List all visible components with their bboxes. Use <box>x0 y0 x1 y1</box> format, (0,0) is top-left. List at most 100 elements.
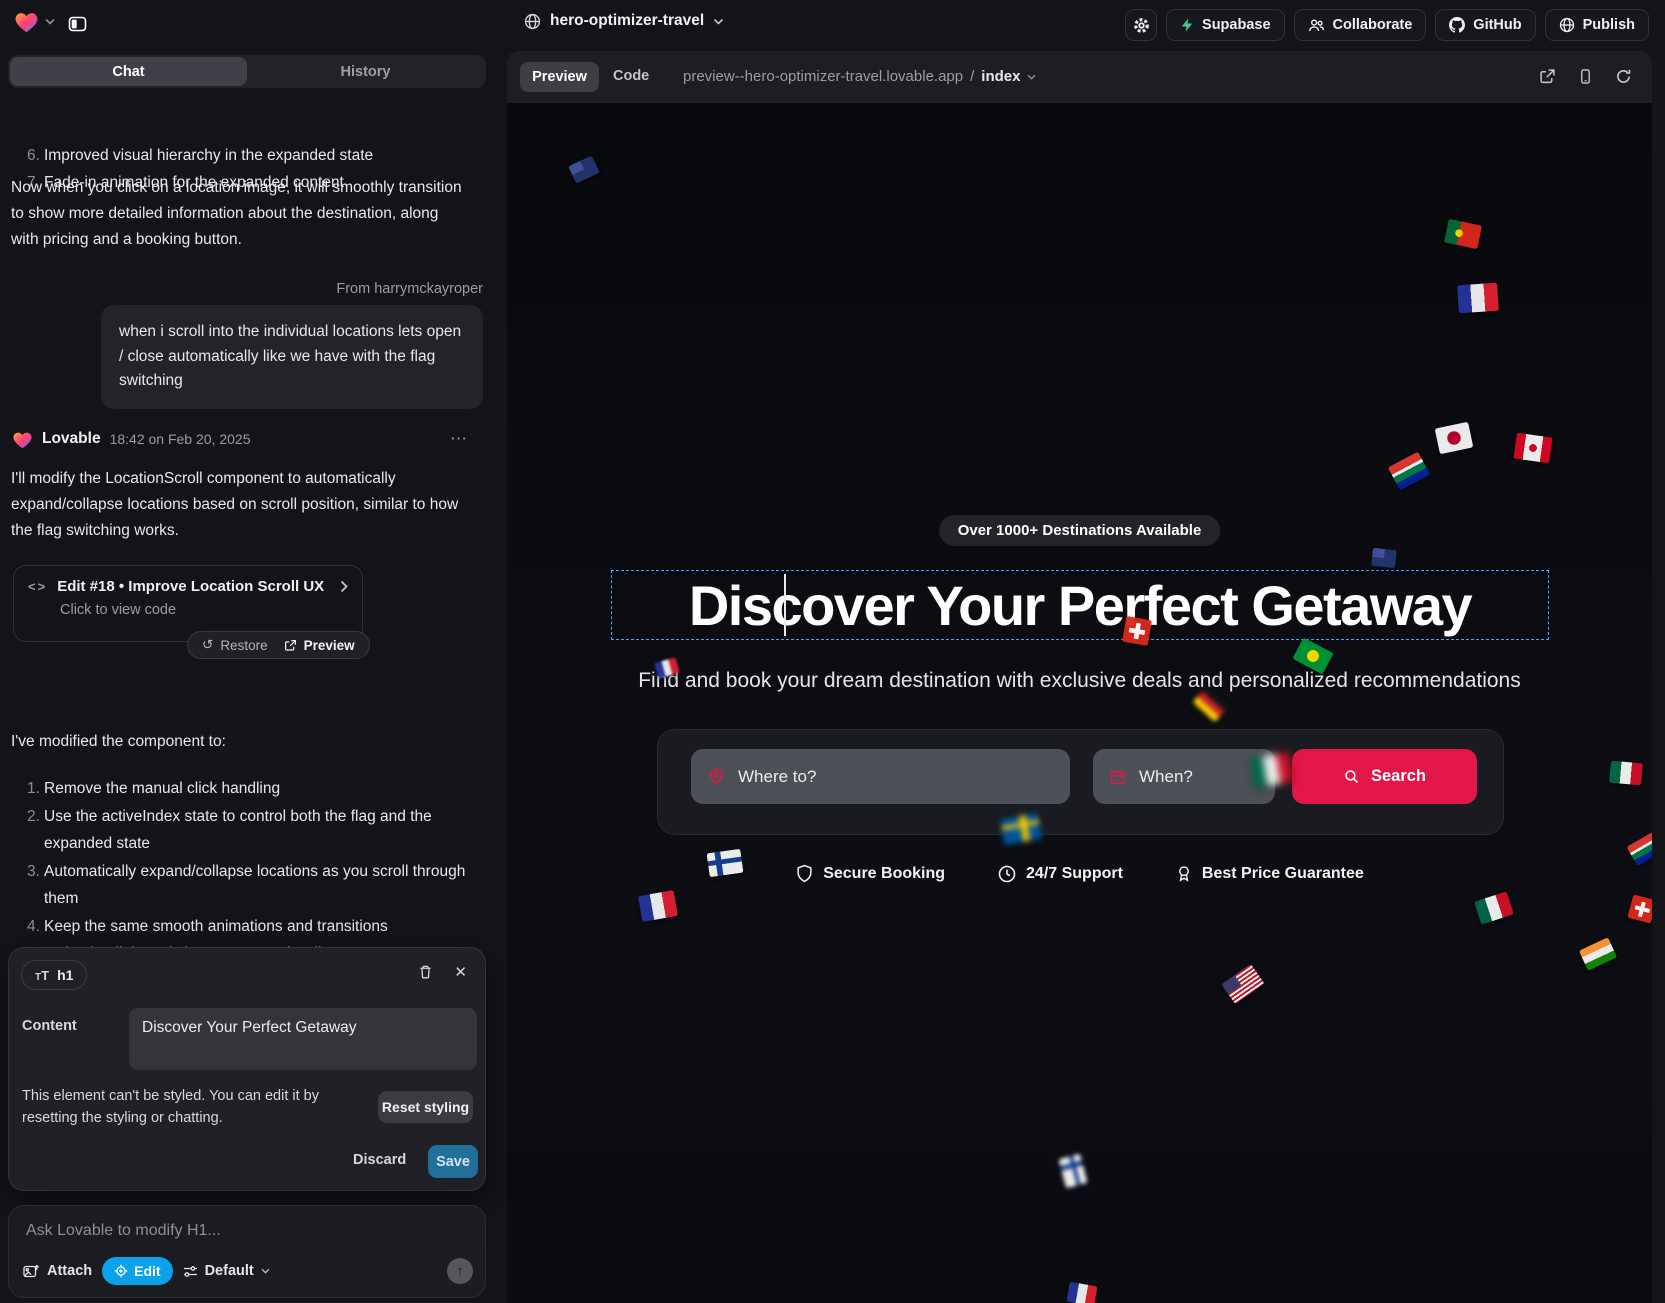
publish-button[interactable]: Publish <box>1545 9 1649 41</box>
flag-fi <box>706 849 743 877</box>
search-button[interactable]: Search <box>1292 749 1477 804</box>
h1-selection-outline: Discover Your Perfect Getaway <box>611 570 1549 640</box>
top-actions: Supabase Collaborate GitHub Publish <box>1125 9 1649 41</box>
mode-selector[interactable]: Default <box>183 1263 270 1279</box>
chat-sidebar: Chat History 6.Improved visual hierarchy… <box>0 51 501 1303</box>
site-canvas: Over 1000+ Destinations Available Discov… <box>507 103 1652 1303</box>
list-item: 6.Improved visual hierarchy in the expan… <box>11 143 471 170</box>
reset-styling-button[interactable]: Reset styling <box>378 1091 473 1123</box>
assistant-name: Lovable <box>42 430 101 448</box>
tab-history[interactable]: History <box>247 57 484 86</box>
edit-card-actions: ↺Restore Preview <box>187 631 370 659</box>
flag-ch <box>1627 894 1652 923</box>
edit-mode-button[interactable]: Edit <box>102 1257 172 1285</box>
delete-element-button[interactable] <box>418 964 433 980</box>
flag-pt <box>1444 219 1482 250</box>
sidebar-toggle-button[interactable] <box>62 9 92 39</box>
chevron-down-icon <box>713 18 724 25</box>
restore-icon: ↺ <box>202 637 213 653</box>
target-icon <box>114 1264 128 1278</box>
preview-url-selector[interactable]: preview--hero-optimizer-travel.lovable.a… <box>683 68 1036 85</box>
sliders-icon <box>183 1265 198 1278</box>
where-to-input[interactable]: Where to? <box>691 749 1070 804</box>
open-in-new-window-button[interactable] <box>1539 68 1556 85</box>
content-label: Content <box>22 1018 77 1034</box>
flag-za <box>1388 452 1430 491</box>
image-attach-icon <box>23 1264 40 1279</box>
message-author-label: From harrymckayroper <box>336 281 483 297</box>
list-item: 4.Keep the same smooth animations and tr… <box>11 913 473 941</box>
list-item: 2.Use the activeIndex state to control b… <box>11 803 473 858</box>
flag-jp <box>1435 422 1474 455</box>
flag-us <box>1221 964 1264 1004</box>
preview-version-button[interactable]: Preview <box>284 638 355 653</box>
feature-support: 24/7 Support <box>997 863 1123 884</box>
github-button[interactable]: GitHub <box>1435 9 1535 41</box>
mobile-view-button[interactable] <box>1578 68 1593 85</box>
tab-preview[interactable]: Preview <box>520 62 599 92</box>
top-bar: hero-optimizer-travel Supabase Collabora… <box>0 0 1665 51</box>
send-button[interactable]: ↑ <box>447 1258 473 1284</box>
tab-chat[interactable]: Chat <box>10 57 247 86</box>
when-input[interactable]: When? <box>1093 749 1275 804</box>
message-menu-button[interactable]: ⋯ <box>450 429 468 449</box>
text-caret <box>784 574 786 636</box>
close-icon[interactable]: ✕ <box>454 963 467 981</box>
search-card: Where to? When? Search <box>657 729 1504 835</box>
collaborate-button[interactable]: Collaborate <box>1294 9 1427 41</box>
content-textarea[interactable] <box>129 1008 477 1070</box>
destinations-badge: Over 1000+ Destinations Available <box>939 515 1221 546</box>
h1-element-editor-panel: TT h1 ✕ Content This element can't be st… <box>8 947 486 1191</box>
list-item: 3.Automatically expand/collapse location… <box>11 858 473 913</box>
flag-fr <box>1457 283 1499 314</box>
globe-icon <box>1559 17 1575 33</box>
chevron-down-icon <box>261 1268 270 1274</box>
lovable-app-window: hero-optimizer-travel Supabase Collabora… <box>0 0 1665 1303</box>
chevron-right-icon <box>340 580 348 593</box>
flag-ca <box>1513 433 1552 464</box>
project-name: hero-optimizer-travel <box>550 12 704 30</box>
assistant-header: Lovable 18:42 on Feb 20, 2025 ⋯ <box>12 427 490 451</box>
chevron-down-icon <box>45 18 55 25</box>
flag-mx <box>1474 891 1514 924</box>
settings-button[interactable] <box>1125 9 1157 41</box>
lovable-logo-menu[interactable] <box>14 10 55 33</box>
code-icon: <> <box>28 579 47 594</box>
assistant-modification-list: 1.Remove the manual click handling 2.Use… <box>11 775 473 968</box>
attach-button[interactable]: Attach <box>23 1263 92 1279</box>
calendar-icon <box>1109 768 1127 786</box>
edit-card-subtitle: Click to view code <box>60 602 348 618</box>
element-tag-pill: TT h1 <box>21 960 87 990</box>
feature-row: Secure Booking 24/7 Support Best Price G… <box>507 863 1652 884</box>
flag-se <box>1000 813 1042 845</box>
refresh-button[interactable] <box>1615 68 1632 85</box>
flag-ch <box>1122 616 1152 646</box>
lovable-heart-avatar <box>12 430 33 449</box>
message-timestamp: 18:42 on Feb 20, 2025 <box>110 431 251 447</box>
supabase-bolt-icon <box>1180 17 1194 33</box>
restore-button[interactable]: ↺Restore <box>202 637 268 653</box>
element-tag-label: h1 <box>57 967 73 983</box>
preview-panel: Preview Code preview--hero-optimizer-tra… <box>507 51 1652 1303</box>
award-icon <box>1175 863 1193 884</box>
gear-icon <box>1133 17 1150 34</box>
assistant-paragraph: I'll modify the LocationScroll component… <box>11 466 463 544</box>
composer-input[interactable]: Ask Lovable to modify H1... <box>26 1222 221 1240</box>
tab-code[interactable]: Code <box>613 68 649 84</box>
discard-button[interactable]: Discard <box>353 1152 406 1168</box>
flag-mx <box>1609 761 1643 786</box>
hero-title[interactable]: Discover Your Perfect Getaway <box>689 573 1471 638</box>
preview-toolbar: Preview Code preview--hero-optimizer-tra… <box>507 51 1652 103</box>
flag-au <box>568 155 600 183</box>
sidebar-tabbar: Chat History <box>8 55 486 88</box>
clock-icon <box>997 864 1017 884</box>
flag-fr <box>638 890 678 922</box>
flag-fi <box>1058 1154 1087 1189</box>
flag-in <box>1579 937 1617 970</box>
chat-composer: Ask Lovable to modify H1... Attach Edit … <box>8 1205 486 1298</box>
assistant-paragraph: Now when you click on a location image, … <box>11 175 463 253</box>
map-pin-icon <box>707 767 726 786</box>
supabase-button[interactable]: Supabase <box>1166 9 1285 41</box>
project-selector[interactable]: hero-optimizer-travel <box>524 12 724 30</box>
save-button[interactable]: Save <box>428 1145 478 1178</box>
